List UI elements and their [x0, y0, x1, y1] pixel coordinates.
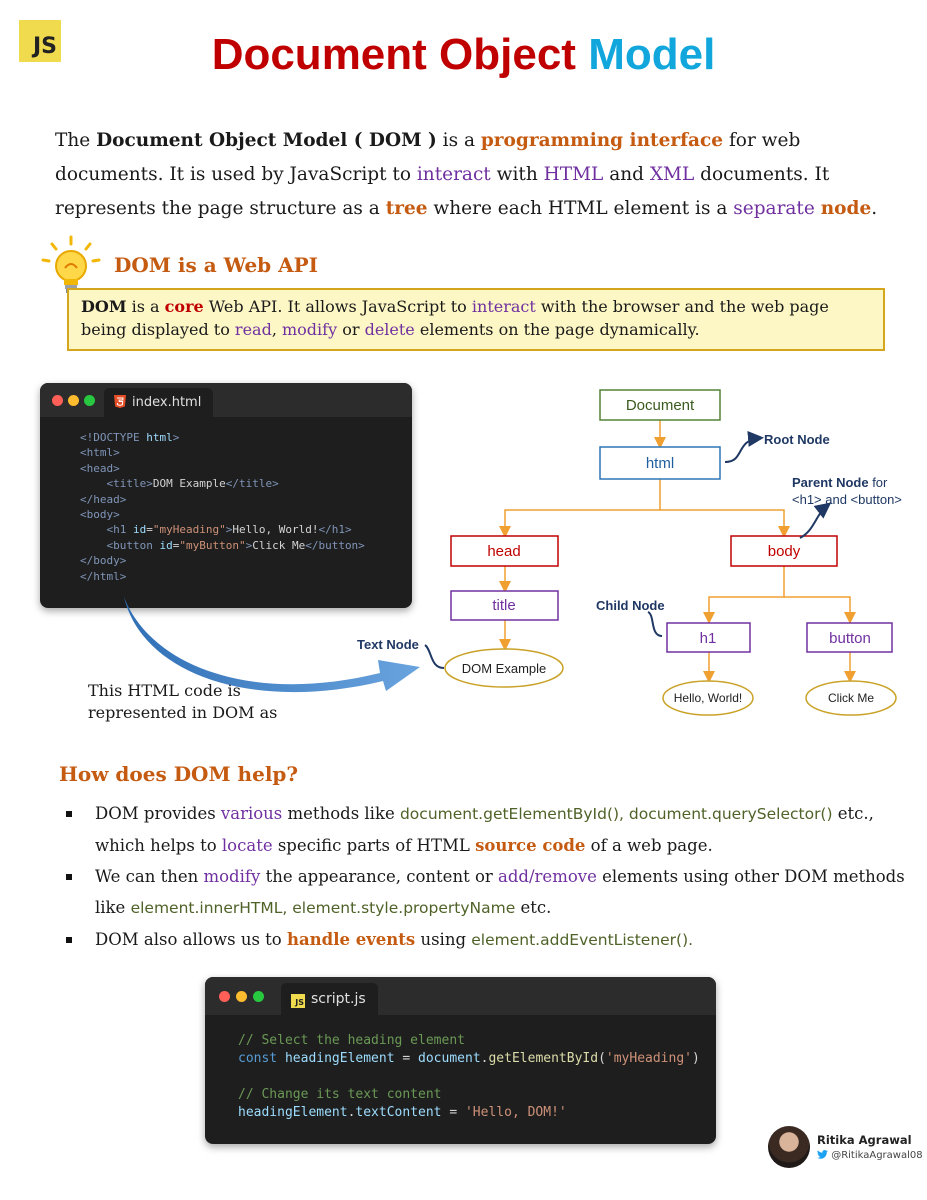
code-operator: = — [394, 1051, 419, 1066]
list-item: We can then modify the appearance, conte… — [66, 861, 906, 924]
bullet-text: etc. — [515, 898, 552, 917]
js-code-block: // Select the heading element const head… — [205, 1015, 716, 1122]
author-avatar — [768, 1126, 810, 1168]
node-h1-label: h1 — [700, 630, 717, 647]
help-bullet-list: DOM provides various methods like docume… — [66, 798, 906, 956]
bullet-text: DOM provides — [95, 804, 221, 823]
bullet-various: various — [220, 804, 283, 823]
code-property: textContent — [355, 1105, 442, 1120]
bullet-method: element.addEventListener(). — [471, 931, 694, 949]
bullet-text: DOM also allows us to — [95, 930, 287, 949]
code-paren: ( — [598, 1051, 606, 1066]
bullet-text: specific parts of HTML — [272, 836, 476, 855]
js-file-icon: JS — [291, 994, 305, 1008]
node-html-label: html — [646, 455, 674, 472]
bullet-handle-events: handle events — [286, 930, 416, 949]
help-heading: How does DOM help? — [59, 762, 299, 786]
bullet-locate: locate — [221, 836, 273, 855]
author-handle-row: @RitikaAgrawal08 — [817, 1150, 923, 1161]
parent-node-elements: <h1> and <button> — [792, 492, 902, 507]
code-comment: // Change its text content — [238, 1087, 442, 1102]
edge-body-button — [784, 596, 856, 624]
code-string: 'Hello, DOM!' — [464, 1105, 567, 1120]
list-item: DOM provides various methods like docume… — [66, 798, 906, 861]
dom-tree-diagram: Document html head body title h1 button … — [357, 389, 902, 716]
edge-html-body — [660, 509, 790, 538]
node-document-label: Document — [626, 397, 695, 414]
text-node-label: Text Node — [357, 637, 419, 652]
edge-body-h1 — [703, 566, 785, 624]
bullet-methods: element.innerHTML, element.style.propert… — [130, 899, 516, 917]
code-keyword: const — [238, 1051, 278, 1066]
code-operator: = — [441, 1105, 465, 1120]
twitter-bird-icon — [817, 1150, 828, 1159]
node-title-label: title — [492, 597, 515, 614]
minimize-dot-icon — [236, 991, 247, 1002]
bullet-text: the appearance, content or — [260, 867, 499, 886]
bullet-methods: document.getElementById(), document.quer… — [399, 805, 833, 823]
bullet-add-remove: add/remove — [498, 867, 597, 886]
bullet-text: methods like — [282, 804, 400, 823]
node-button-label: button — [829, 630, 871, 647]
node-hello-world-label: Hello, World! — [674, 691, 742, 705]
code-string: 'myHeading' — [605, 1051, 692, 1066]
node-click-me-label: Click Me — [828, 691, 874, 705]
bullet-text: using — [415, 930, 472, 949]
js-code-window: JS script.js // Select the heading elemen… — [205, 977, 716, 1144]
text-node-pointer — [424, 644, 445, 669]
code-variable: headingElement — [238, 1105, 348, 1120]
node-dom-example-label: DOM Example — [462, 661, 547, 676]
bullet-source-code: source code — [475, 836, 586, 855]
root-node-pointer — [724, 430, 764, 463]
tab-script-js: JS script.js — [281, 983, 378, 1015]
root-node-label: Root Node — [764, 432, 830, 447]
node-head-label: head — [487, 543, 520, 560]
author-name: Ritika Agrawal — [817, 1133, 912, 1147]
code-method: getElementById — [488, 1051, 599, 1066]
code-comment: // Select the heading element — [238, 1033, 465, 1048]
child-node-label: Child Node — [596, 598, 665, 613]
code-object: document — [418, 1051, 481, 1066]
parent-node-for: for — [869, 475, 888, 490]
code-paren: ) — [691, 1051, 700, 1066]
node-body-label: body — [768, 543, 801, 560]
js-window-titlebar: JS script.js — [205, 977, 716, 1015]
parent-node-label: Parent Node for — [792, 475, 888, 490]
child-node-pointer — [647, 611, 663, 637]
list-item: DOM also allows us to handle events usin… — [66, 924, 906, 956]
bullet-text: of a web page. — [585, 836, 713, 855]
parent-node-pointer — [799, 502, 832, 539]
maximize-dot-icon — [253, 991, 264, 1002]
bullet-modify: modify — [203, 867, 261, 886]
code-variable: headingElement — [284, 1051, 395, 1066]
bullet-text: We can then — [95, 867, 204, 886]
parent-node-text: Parent Node — [792, 475, 869, 490]
tab-filename: script.js — [311, 991, 366, 1007]
close-dot-icon — [219, 991, 230, 1002]
edge-html-head — [499, 479, 661, 538]
author-handle: @RitikaAgrawal08 — [831, 1150, 923, 1161]
